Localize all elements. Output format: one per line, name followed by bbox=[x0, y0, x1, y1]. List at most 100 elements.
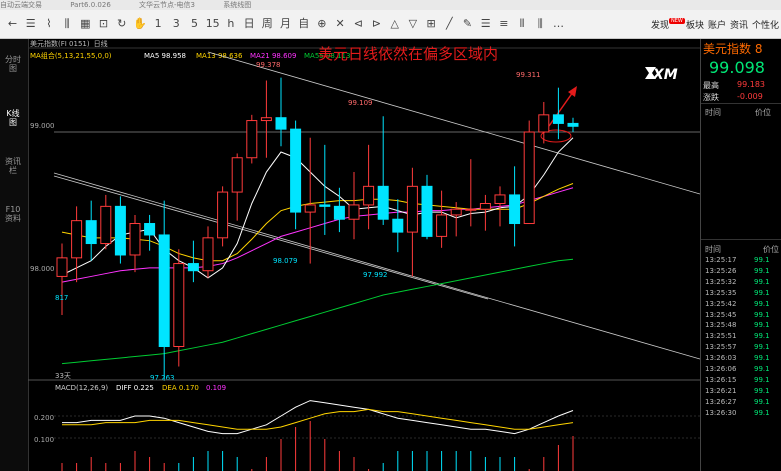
layout3-icon[interactable]: ⫴ bbox=[515, 16, 530, 32]
candle[interactable] bbox=[377, 116, 389, 225]
tick-row[interactable]: 13:25:57 99.1 bbox=[701, 342, 781, 353]
candle[interactable] bbox=[231, 153, 243, 221]
trendline-lower-1[interactable] bbox=[53, 172, 700, 360]
period-3-icon[interactable]: 3 bbox=[169, 16, 184, 32]
candle[interactable] bbox=[56, 243, 68, 316]
candle[interactable] bbox=[348, 172, 360, 240]
period-week-icon[interactable]: 周 bbox=[260, 16, 275, 32]
tick-row[interactable]: 13:25:32 99.1 bbox=[701, 277, 781, 288]
macd-dea-line bbox=[62, 408, 574, 430]
candle[interactable] bbox=[523, 120, 535, 225]
refresh-icon[interactable]: ↻ bbox=[114, 16, 129, 32]
toolbar-account[interactable]: 账户 bbox=[708, 18, 726, 31]
bookmark-icon[interactable]: ⊕ bbox=[314, 16, 329, 32]
candle[interactable] bbox=[260, 80, 272, 158]
candle[interactable] bbox=[85, 200, 97, 261]
annot-low-3: 97.263 bbox=[150, 374, 175, 382]
toolbar-news[interactable]: 资讯 bbox=[730, 18, 748, 31]
tick-row[interactable]: 13:26:06 99.1 bbox=[701, 364, 781, 375]
toolbar-personalize[interactable]: 个性化 bbox=[752, 18, 779, 31]
hand-icon[interactable]: ✋ bbox=[132, 16, 147, 32]
tick-row[interactable]: 13:25:35 99.1 bbox=[701, 288, 781, 299]
draw-line-icon[interactable]: ╱ bbox=[442, 16, 457, 32]
arrow-left-icon[interactable]: ← bbox=[5, 16, 20, 32]
tick-row[interactable]: 13:25:51 99.1 bbox=[701, 331, 781, 342]
period-15-icon[interactable]: 15 bbox=[205, 16, 220, 32]
period-1h-icon[interactable]: h bbox=[223, 16, 238, 32]
candle[interactable] bbox=[319, 144, 331, 235]
candle[interactable] bbox=[567, 117, 579, 132]
expand-icon[interactable]: △ bbox=[387, 16, 402, 32]
candle-body bbox=[465, 208, 477, 211]
more-icon[interactable]: … bbox=[551, 16, 566, 32]
tab-news[interactable]: 资讯栏 bbox=[4, 157, 22, 175]
toolbar-discover[interactable]: 发现 NEW bbox=[651, 18, 685, 31]
candle[interactable] bbox=[202, 226, 214, 278]
tick-row[interactable]: 13:25:17 99.1 bbox=[701, 255, 781, 266]
candle-body bbox=[187, 263, 199, 272]
tab-timeshare[interactable]: 分时图 bbox=[4, 55, 22, 73]
titlebar-app: 自动云端交易 bbox=[0, 1, 42, 9]
period-1-icon[interactable]: 1 bbox=[151, 16, 166, 32]
list-icon[interactable]: ☰ bbox=[23, 16, 38, 32]
candle[interactable] bbox=[392, 199, 404, 253]
tick-price: 99.1 bbox=[754, 266, 770, 275]
arrow-r-icon[interactable]: ⊳ bbox=[369, 16, 384, 32]
candle[interactable] bbox=[100, 194, 112, 250]
line-tool-icon[interactable]: ⌇ bbox=[41, 16, 56, 32]
save-icon[interactable]: ⊡ bbox=[96, 16, 111, 32]
tab-f10[interactable]: F10资料 bbox=[4, 205, 22, 223]
diamond-icon[interactable]: ✕ bbox=[333, 16, 348, 32]
tick-row[interactable]: 13:26:21 99.1 bbox=[701, 386, 781, 397]
new-badge: NEW bbox=[669, 18, 685, 24]
layout4-icon[interactable]: ⫼ bbox=[533, 16, 548, 32]
candle[interactable] bbox=[275, 77, 287, 147]
candle[interactable] bbox=[144, 214, 156, 251]
toolbar-sector[interactable]: 板块 bbox=[686, 18, 704, 31]
period-day-icon[interactable]: 日 bbox=[242, 16, 257, 32]
kline-chart[interactable]: 美元指数(FI 0151) 日线 MA组合(5,13,21,55,0,0) MA5… bbox=[28, 39, 700, 471]
tick-row[interactable]: 13:26:15 99.1 bbox=[701, 375, 781, 386]
candle[interactable] bbox=[509, 166, 521, 247]
arrow-l-icon[interactable]: ⊲ bbox=[351, 16, 366, 32]
candle[interactable] bbox=[406, 167, 418, 277]
layout2-icon[interactable]: ≡ bbox=[496, 16, 511, 32]
candle[interactable] bbox=[129, 214, 141, 273]
candle[interactable] bbox=[173, 249, 185, 367]
collapse-icon[interactable]: ▽ bbox=[405, 16, 420, 32]
tick-row[interactable]: 13:25:45 99.1 bbox=[701, 310, 781, 321]
annot-left: 817 bbox=[55, 294, 68, 302]
layout1-icon[interactable]: ☰ bbox=[478, 16, 493, 32]
candle-icon[interactable]: ⫼ bbox=[60, 16, 75, 32]
candle[interactable] bbox=[421, 174, 433, 240]
candle[interactable] bbox=[290, 120, 302, 230]
candle[interactable] bbox=[71, 206, 83, 283]
table-icon[interactable]: ⊞ bbox=[424, 16, 439, 32]
candle[interactable] bbox=[187, 240, 199, 283]
candle[interactable] bbox=[304, 137, 316, 264]
candle[interactable] bbox=[363, 144, 375, 230]
candle[interactable] bbox=[114, 196, 126, 264]
pen-icon[interactable]: ✎ bbox=[460, 16, 475, 32]
candle-body bbox=[377, 185, 389, 220]
tick-row[interactable]: 13:26:27 99.1 bbox=[701, 397, 781, 408]
candle[interactable] bbox=[552, 87, 564, 140]
candle[interactable] bbox=[217, 186, 229, 247]
annot-high-1: 99.378 bbox=[256, 61, 281, 69]
tick-row[interactable]: 13:26:03 99.1 bbox=[701, 353, 781, 364]
period-5-icon[interactable]: 5 bbox=[187, 16, 202, 32]
period-month-icon[interactable]: 月 bbox=[278, 16, 293, 32]
candle[interactable] bbox=[538, 101, 550, 144]
tab-kline[interactable]: K线图 bbox=[4, 109, 22, 127]
candle-body bbox=[158, 234, 170, 348]
grid-icon[interactable]: ▦ bbox=[78, 16, 93, 32]
tick-row[interactable]: 13:25:26 99.1 bbox=[701, 266, 781, 277]
candle[interactable] bbox=[246, 114, 258, 164]
candle-body bbox=[144, 223, 156, 236]
candle[interactable] bbox=[436, 190, 448, 248]
self-icon[interactable]: 自 bbox=[296, 16, 311, 32]
tick-row[interactable]: 13:26:30 99.1 bbox=[701, 408, 781, 419]
candle[interactable] bbox=[465, 159, 477, 227]
tick-row[interactable]: 13:25:48 99.1 bbox=[701, 320, 781, 331]
tick-row[interactable]: 13:25:42 99.1 bbox=[701, 299, 781, 310]
